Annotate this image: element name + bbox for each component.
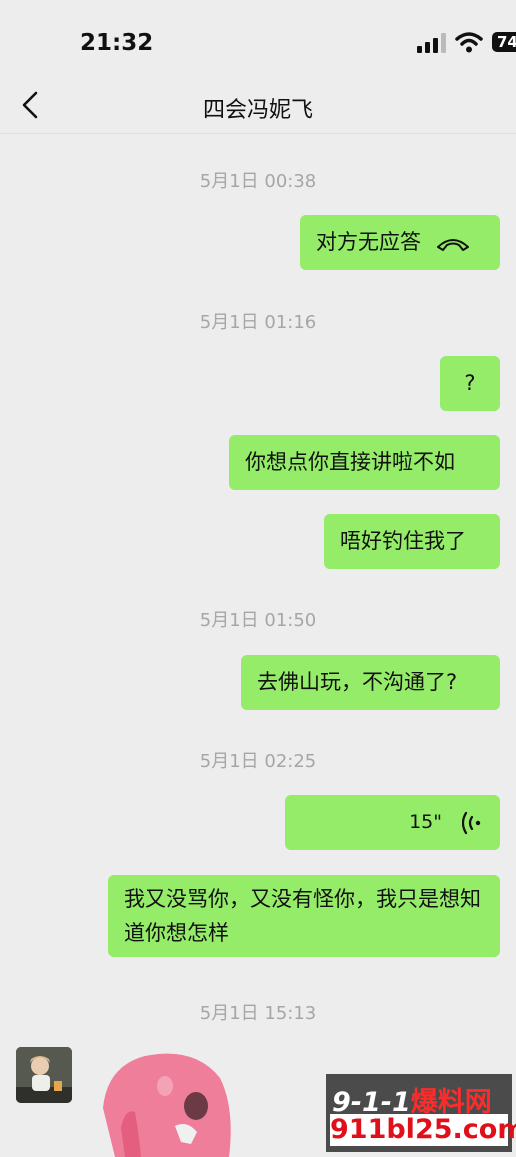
status-bar: 21:32 74 bbox=[0, 0, 516, 80]
contact-avatar[interactable] bbox=[16, 1047, 72, 1103]
status-time: 21:32 bbox=[80, 30, 154, 56]
call-record-bubble[interactable]: 对方无应答 bbox=[300, 215, 500, 270]
message-bubble[interactable]: 去佛山玩，不沟通了? bbox=[241, 655, 500, 710]
wifi-icon bbox=[455, 32, 483, 53]
pink-character-sticker[interactable] bbox=[95, 1048, 235, 1157]
avatar-photo bbox=[16, 1047, 72, 1103]
cellular-signal-icon bbox=[417, 33, 446, 53]
timestamp: 5月1日 02:25 bbox=[199, 751, 317, 772]
timestamp: 5月1日 01:50 bbox=[199, 610, 317, 631]
chat-title: 四会冯妮飞 bbox=[202, 98, 313, 123]
watermark-url: 911bl25.com bbox=[330, 1114, 516, 1146]
voice-message-bubble[interactable]: 15" bbox=[285, 795, 500, 850]
voice-wave-icon bbox=[462, 811, 481, 835]
timestamp: 5月1日 15:13 bbox=[199, 1003, 317, 1024]
timestamp: 5月1日 00:38 bbox=[199, 171, 317, 192]
message-bubble[interactable]: 唔好钓住我了 bbox=[324, 514, 500, 569]
chat-header: 四会冯妮飞 bbox=[0, 80, 516, 134]
message-bubble[interactable]: ? bbox=[440, 356, 500, 411]
phone-hangup-icon bbox=[437, 239, 469, 251]
watermark: 9-1-1爆料网 911bl25.com bbox=[326, 1074, 516, 1152]
timestamp: 5月1日 01:16 bbox=[199, 312, 317, 333]
battery-level: 74 bbox=[492, 32, 516, 52]
call-status-text: 对方无应答 bbox=[316, 230, 421, 254]
message-bubble[interactable]: 你想点你直接讲啦不如 bbox=[229, 435, 500, 490]
voice-duration: 15" bbox=[409, 811, 442, 833]
message-bubble[interactable]: 我又没骂你，又没有怪你，我只是想知道你想怎样 bbox=[108, 875, 500, 957]
